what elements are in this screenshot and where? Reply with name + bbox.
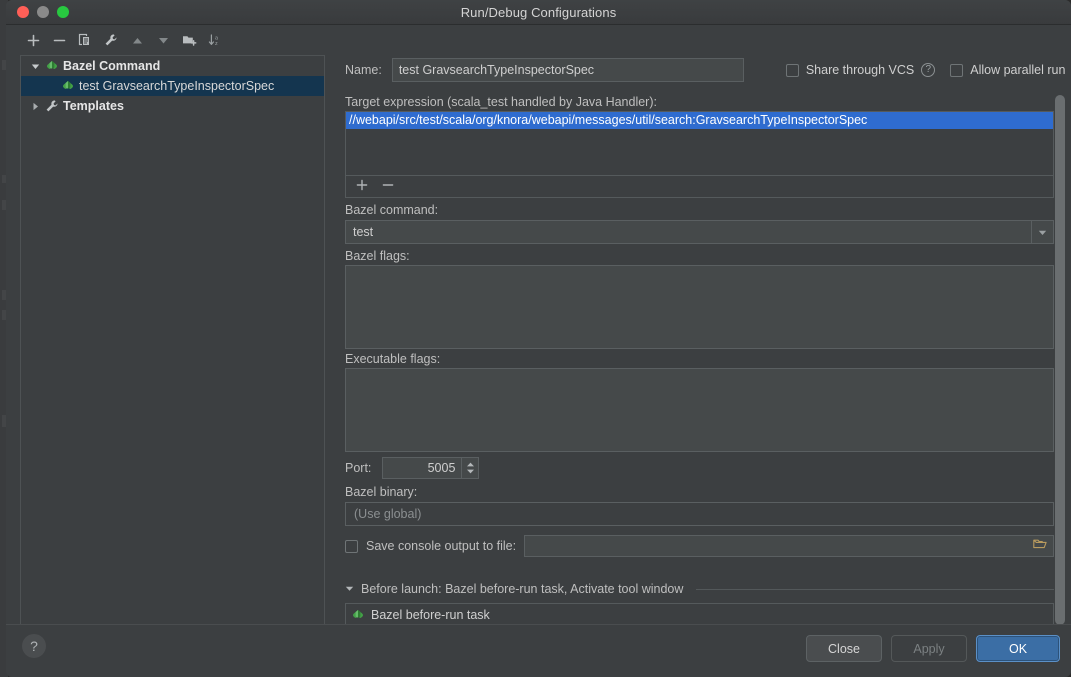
footer-buttons: Close Apply OK (806, 635, 1060, 662)
tree-item-templates[interactable]: Templates (21, 96, 324, 116)
port-input[interactable]: 5005 (383, 458, 461, 478)
configurations-panel: a z Bazel Command test GravsearchTypeIns… (6, 25, 334, 649)
port-row: Port: 5005 (345, 457, 480, 479)
bazel-flags-textarea[interactable] (345, 265, 1054, 349)
copy-configuration-button[interactable] (72, 28, 98, 52)
port-stepper-arrows[interactable] (461, 458, 478, 478)
bazel-leaf-icon (59, 79, 77, 93)
bazel-binary-label: Bazel binary: (345, 485, 418, 499)
save-console-output-label: Save console output to file: (366, 539, 517, 553)
chevron-down-icon[interactable] (1031, 221, 1053, 243)
svg-text:z: z (215, 41, 218, 47)
add-target-button[interactable] (356, 178, 368, 196)
name-input[interactable]: test GravsearchTypeInspectorSpec (391, 58, 744, 82)
configurations-toolbar: a z (6, 25, 334, 55)
configurations-tree[interactable]: Bazel Command test GravsearchTypeInspect… (20, 55, 325, 641)
share-through-vcs-checkbox[interactable] (785, 63, 799, 77)
folder-add-icon[interactable] (176, 28, 202, 52)
tree-item-label: Templates (63, 99, 124, 113)
allow-parallel-run-row[interactable]: Allow parallel run (950, 63, 1065, 77)
save-console-output-row: Save console output to file: (345, 535, 1054, 557)
name-label: Name: (345, 63, 382, 77)
share-through-vcs-row[interactable]: Share through VCS ? (785, 63, 936, 77)
chevron-down-icon[interactable] (345, 580, 354, 598)
apply-button[interactable]: Apply (891, 635, 967, 662)
port-stepper[interactable]: 5005 (382, 457, 480, 479)
save-console-output-checkbox[interactable] (345, 539, 358, 553)
remove-target-button[interactable] (382, 178, 394, 196)
close-window-button[interactable] (17, 6, 29, 18)
dialog-footer: ? Close Apply OK (6, 624, 1071, 677)
bazel-binary-input[interactable]: (Use global) (345, 502, 1054, 526)
allow-parallel-run-checkbox[interactable] (950, 63, 964, 77)
configuration-editor-panel: Name: test GravsearchTypeInspectorSpec S… (340, 25, 1071, 649)
close-button[interactable]: Close (806, 635, 882, 662)
tree-item-label: test GravsearchTypeInspectorSpec (79, 79, 275, 93)
executable-flags-label: Executable flags: (345, 352, 441, 366)
executable-flags-textarea[interactable] (345, 368, 1054, 452)
chevron-down-icon[interactable] (27, 62, 43, 71)
editor-vertical-scrollbar[interactable] (1055, 95, 1065, 635)
target-expression-list[interactable]: //webapi/src/test/scala/org/knora/webapi… (345, 111, 1054, 176)
port-label: Port: (345, 461, 372, 475)
target-expression-item[interactable]: //webapi/src/test/scala/org/knora/webapi… (346, 112, 1053, 129)
configuration-editor-scroll: Name: test GravsearchTypeInspectorSpec S… (340, 25, 1071, 649)
window-controls[interactable] (17, 6, 69, 18)
run-debug-configurations-dialog: Run/Debug Configurations a z Bazel Comma… (6, 0, 1071, 677)
move-down-button[interactable] (150, 28, 176, 52)
share-vcs-help-icon[interactable]: ? (921, 63, 936, 77)
tree-item-label: Bazel Command (63, 59, 161, 73)
before-launch-task-label: Bazel before-run task (371, 607, 490, 622)
move-up-button[interactable] (124, 28, 150, 52)
share-through-vcs-label: Share through VCS (805, 63, 915, 77)
bazel-command-value: test (353, 225, 374, 239)
bazel-leaf-icon (43, 59, 61, 73)
before-launch-separator (696, 588, 1054, 590)
target-expression-toolbar (345, 176, 1054, 198)
wrench-icon (43, 99, 61, 113)
before-launch-header[interactable]: Before launch: Bazel before-run task, Ac… (345, 581, 1054, 597)
before-launch-title: Before launch: Bazel before-run task, Ac… (361, 582, 684, 596)
add-configuration-button[interactable] (20, 28, 46, 52)
bazel-command-label: Bazel command: (345, 203, 439, 217)
remove-configuration-button[interactable] (46, 28, 72, 52)
wrench-icon[interactable] (98, 28, 124, 52)
name-row: Name: test GravsearchTypeInspectorSpec S… (345, 58, 1071, 82)
folder-icon[interactable] (1033, 537, 1047, 555)
help-button[interactable]: ? (22, 634, 46, 658)
bazel-command-select[interactable]: test (345, 220, 1054, 244)
tree-item-test-gravsearch[interactable]: test GravsearchTypeInspectorSpec (21, 76, 324, 96)
allow-parallel-run-label: Allow parallel run (970, 63, 1066, 77)
tree-item-bazel-command[interactable]: Bazel Command (21, 56, 324, 76)
zoom-window-button[interactable] (57, 6, 69, 18)
chevron-right-icon[interactable] (27, 102, 43, 111)
target-expression-label: Target expression (scala_test handled by… (345, 95, 657, 109)
bazel-flags-label: Bazel flags: (345, 249, 410, 263)
ok-button[interactable]: OK (976, 635, 1060, 662)
titlebar: Run/Debug Configurations (6, 0, 1071, 25)
sort-az-icon[interactable]: a z (202, 28, 228, 52)
dialog-body: a z Bazel Command test GravsearchTypeIns… (6, 25, 1071, 677)
scrollbar-thumb[interactable] (1055, 95, 1065, 625)
minimize-window-button[interactable] (37, 6, 49, 18)
save-console-output-input[interactable] (524, 535, 1054, 557)
window-title: Run/Debug Configurations (460, 4, 617, 20)
before-launch-task-list[interactable]: Bazel before-run task (345, 603, 1054, 626)
bazel-leaf-icon (351, 608, 365, 622)
